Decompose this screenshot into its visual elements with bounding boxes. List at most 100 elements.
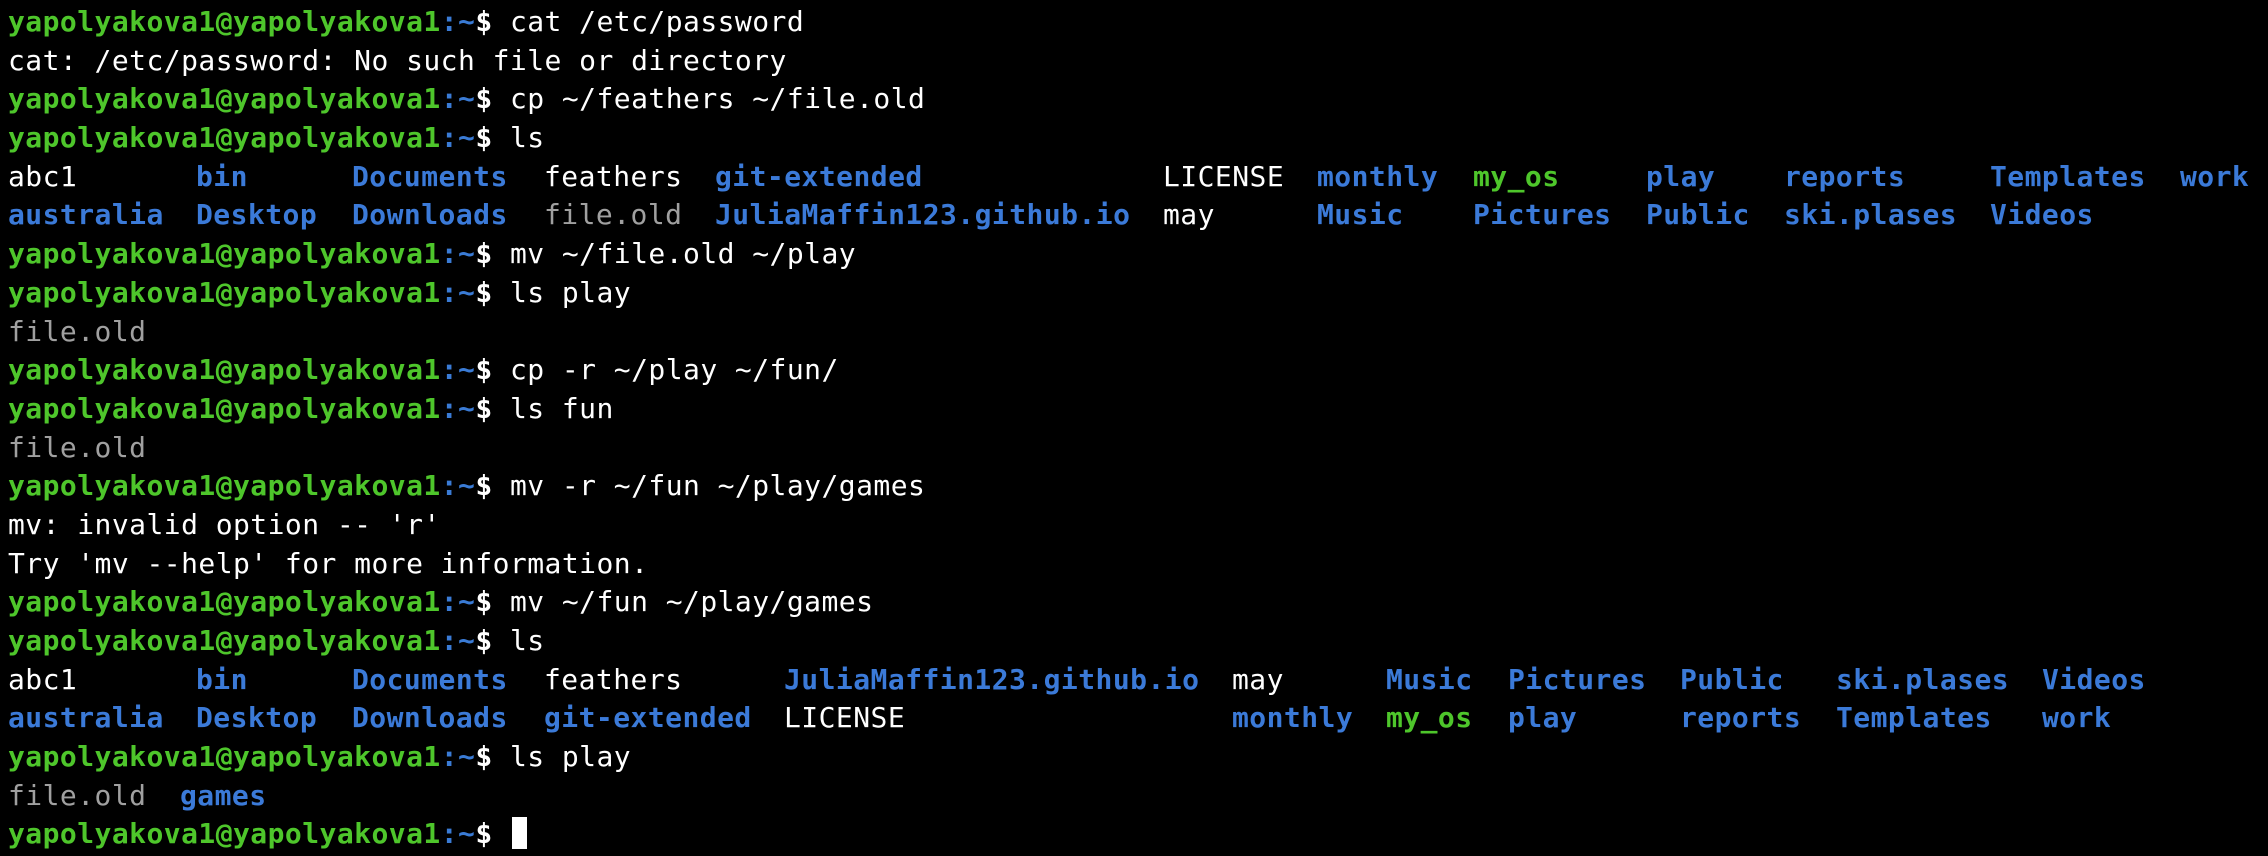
command-text: ls [509, 121, 545, 155]
command-text: ls play [509, 740, 632, 774]
prompt-symbol: $ [475, 469, 510, 503]
file-entry: Desktop [196, 198, 318, 232]
prompt-path: :~ [440, 237, 476, 271]
listing-line: file.old [8, 429, 2268, 468]
file-entry: feathers [544, 159, 683, 193]
prompt-user-host: yapolyakova1@yapolyakova1 [8, 740, 441, 774]
command-text: cp ~/feathers ~/file.old [509, 82, 926, 116]
prompt-path: :~ [440, 740, 476, 774]
prompt-symbol: $ [475, 121, 510, 155]
command-text: ls play [509, 275, 632, 309]
command-line: yapolyakova1@yapolyakova1:~$ ls [8, 119, 2268, 158]
prompt-path: :~ [440, 391, 476, 425]
file-entry: games [180, 778, 267, 812]
listing-line: australia Desktop Downloads git-extended LIC… [8, 699, 2268, 738]
file-entry: australia [8, 198, 164, 232]
prompt-user-host: yapolyakova1@yapolyakova1 [8, 391, 441, 425]
listing-line: file.old games [8, 777, 2268, 816]
file-entry: file.old [8, 778, 147, 812]
file-entry: file.old [8, 430, 147, 464]
prompt-user-host: yapolyakova1@yapolyakova1 [8, 121, 441, 155]
command-line: yapolyakova1@yapolyakova1:~$ cp ~/feathe… [8, 80, 2268, 119]
prompt-path: :~ [440, 82, 476, 116]
file-entry: Public [1646, 198, 1750, 232]
prompt-symbol: $ [475, 5, 510, 38]
prompt-user-host: yapolyakova1@yapolyakova1 [8, 5, 441, 38]
file-entry: my_os [1386, 701, 1473, 735]
file-entry: feathers [544, 662, 683, 696]
file-entry: Pictures [1473, 198, 1612, 232]
prompt-user-host: yapolyakova1@yapolyakova1 [8, 353, 441, 387]
output-text: mv: invalid option -- 'r' [8, 507, 441, 541]
file-entry: bin [196, 662, 248, 696]
command-text: mv ~/file.old ~/play [509, 237, 857, 271]
file-entry: reports [1680, 701, 1802, 735]
prompt-symbol: $ [475, 391, 510, 425]
file-entry: Public [1680, 662, 1784, 696]
prompt-user-host: yapolyakova1@yapolyakova1 [8, 275, 441, 309]
file-entry: ski.plases [1784, 198, 1958, 232]
command-line: yapolyakova1@yapolyakova1:~$ ls [8, 622, 2268, 661]
output-text: cat: /etc/password: No such file or dire… [8, 43, 787, 77]
prompt-path: :~ [440, 121, 476, 155]
terminal-window[interactable]: yapolyakova1@yapolyakova1:~$ cat /etc/pa… [0, 0, 2268, 856]
file-entry: play [1646, 159, 1716, 193]
listing-line: australia Desktop Downloads file.old JuliaMa… [8, 196, 2268, 235]
file-entry: monthly [1317, 159, 1439, 193]
prompt-path: :~ [440, 817, 476, 851]
file-entry: bin [196, 159, 248, 193]
prompt-symbol: $ [475, 624, 510, 657]
command-text: ls [509, 624, 545, 657]
command-line: yapolyakova1@yapolyakova1:~$ [8, 815, 2268, 854]
file-entry: Documents [352, 662, 508, 696]
prompt-symbol: $ [475, 237, 510, 271]
command-line: yapolyakova1@yapolyakova1:~$ ls play [8, 274, 2268, 313]
prompt-symbol: $ [475, 353, 510, 387]
command-line: yapolyakova1@yapolyakova1:~$ cp -r ~/pla… [8, 351, 2268, 390]
command-text: cp -r ~/play ~/fun/ [509, 353, 839, 387]
command-line: yapolyakova1@yapolyakova1:~$ cat /etc/pa… [8, 3, 2268, 42]
command-line: yapolyakova1@yapolyakova1:~$ mv ~/fun ~/… [8, 583, 2268, 622]
command-text: cat /etc/password [509, 5, 805, 38]
output-line: cat: /etc/password: No such file or dire… [8, 42, 2268, 81]
file-entry: Music [1386, 662, 1473, 696]
prompt-path: :~ [440, 275, 476, 309]
listing-line: abc1 bin Documents feathers git-extended LICE… [8, 158, 2268, 197]
file-entry: work [2042, 701, 2112, 735]
output-text: Try 'mv --help' for more information. [8, 546, 649, 580]
file-entry: Downloads [352, 198, 508, 232]
file-entry: ski.plases [1836, 662, 2010, 696]
file-entry: Templates [1836, 701, 1992, 735]
prompt-symbol: $ [475, 817, 510, 851]
file-entry: file.old [544, 198, 683, 232]
file-entry: Videos [2042, 662, 2146, 696]
file-entry: Downloads [352, 701, 508, 735]
prompt-path: :~ [440, 5, 476, 38]
file-entry: work [2180, 159, 2250, 193]
listing-line: abc1 bin Documents feathers JuliaMaffin123.g… [8, 661, 2268, 700]
file-entry: monthly [1232, 701, 1354, 735]
command-line: yapolyakova1@yapolyakova1:~$ mv -r ~/fun… [8, 467, 2268, 506]
prompt-path: :~ [440, 585, 476, 619]
file-entry: australia [8, 701, 164, 735]
output-line: Try 'mv --help' for more information. [8, 545, 2268, 584]
command-line: yapolyakova1@yapolyakova1:~$ mv ~/file.o… [8, 235, 2268, 274]
prompt-user-host: yapolyakova1@yapolyakova1 [8, 624, 441, 657]
file-entry: git-extended [544, 701, 752, 735]
listing-line: file.old [8, 313, 2268, 352]
command-text: ls fun [509, 391, 614, 425]
file-entry: abc1 [8, 159, 78, 193]
prompt-user-host: yapolyakova1@yapolyakova1 [8, 585, 441, 619]
file-entry: may [1232, 662, 1284, 696]
prompt-user-host: yapolyakova1@yapolyakova1 [8, 82, 441, 116]
command-text: mv ~/fun ~/play/games [509, 585, 874, 619]
file-entry: Music [1317, 198, 1404, 232]
file-entry: may [1163, 198, 1215, 232]
prompt-path: :~ [440, 624, 476, 657]
file-entry: Templates [1990, 159, 2146, 193]
prompt-user-host: yapolyakova1@yapolyakova1 [8, 817, 441, 851]
file-entry: Documents [352, 159, 508, 193]
file-entry: JuliaMaffin123.github.io [715, 198, 1131, 232]
file-entry: git-extended [715, 159, 923, 193]
text-cursor[interactable] [511, 817, 527, 850]
